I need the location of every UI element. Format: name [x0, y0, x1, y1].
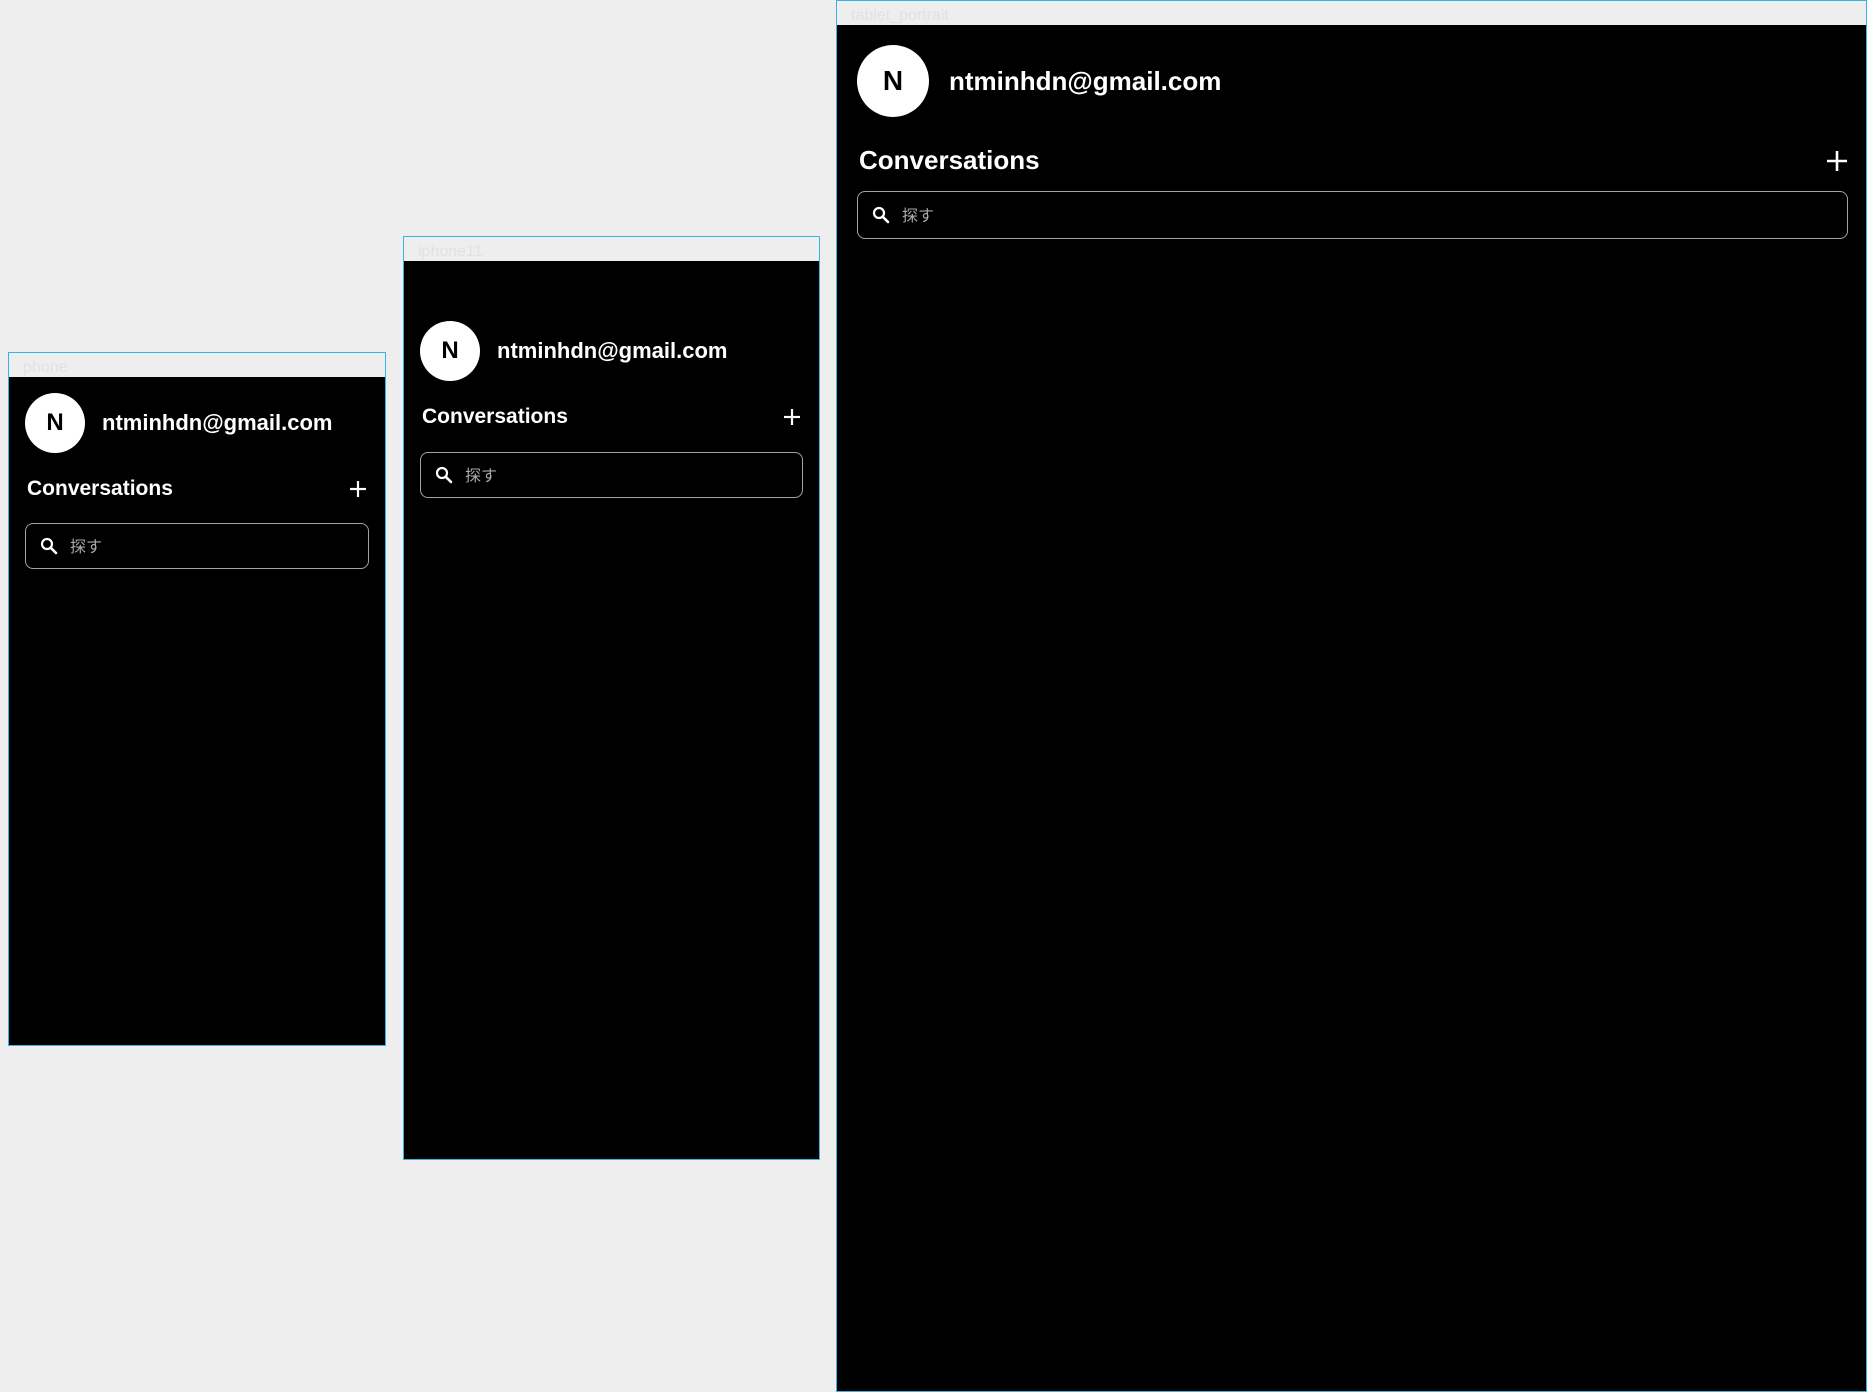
- new-conversation-button[interactable]: [1826, 150, 1848, 172]
- search-input[interactable]: [70, 524, 368, 568]
- conversations-title: Conversations: [859, 145, 1040, 175]
- search-input[interactable]: [465, 453, 802, 497]
- conversations-header: Conversations: [422, 405, 803, 429]
- user-email: ntminhdn@gmail.com: [949, 65, 1222, 96]
- app-screen: N ntminhdn@gmail.com Conversations: [837, 25, 1866, 1391]
- avatar[interactable]: N: [857, 45, 929, 117]
- frame-label: tablet_portrait: [851, 7, 949, 24]
- frame-label: phone: [23, 359, 68, 376]
- app-screen: N ntminhdn@gmail.com Conversations: [404, 261, 819, 1159]
- plus-icon: [1827, 150, 1847, 171]
- user-email: ntminhdn@gmail.com: [497, 338, 728, 363]
- avatar[interactable]: N: [420, 321, 480, 381]
- design-canvas: phone N ntminhdn@gmail.com Conversations: [0, 0, 1867, 1392]
- frame-label: iphone11: [418, 243, 483, 260]
- frame-phone: phone N ntminhdn@gmail.com Conversations: [8, 352, 386, 1046]
- conversations-title: Conversations: [422, 405, 568, 428]
- new-conversation-button[interactable]: [781, 406, 803, 428]
- frame-tablet-portrait: tablet_portrait N ntminhdn@gmail.com Con…: [836, 0, 1867, 1392]
- plus-icon: [350, 481, 366, 497]
- search-box[interactable]: [25, 523, 369, 569]
- user-profile[interactable]: N ntminhdn@gmail.com: [857, 45, 1221, 117]
- conversations-title: Conversations: [27, 477, 173, 500]
- new-conversation-button[interactable]: [347, 478, 369, 500]
- user-email: ntminhdn@gmail.com: [102, 410, 333, 435]
- frame-iphone11: iphone11 N ntminhdn@gmail.com Conversati…: [403, 236, 820, 1160]
- search-icon: [38, 535, 60, 557]
- search-icon: [433, 464, 455, 486]
- app-screen: N ntminhdn@gmail.com Conversations: [9, 377, 385, 1045]
- search-icon: [870, 204, 892, 226]
- plus-icon: [784, 409, 800, 425]
- conversations-header: Conversations: [27, 477, 369, 501]
- user-profile[interactable]: N ntminhdn@gmail.com: [420, 321, 727, 381]
- search-input[interactable]: [902, 192, 1847, 238]
- search-box[interactable]: [857, 191, 1848, 239]
- search-box[interactable]: [420, 452, 803, 498]
- avatar[interactable]: N: [25, 393, 85, 453]
- user-profile[interactable]: N ntminhdn@gmail.com: [25, 393, 332, 453]
- conversations-header: Conversations: [859, 145, 1848, 176]
